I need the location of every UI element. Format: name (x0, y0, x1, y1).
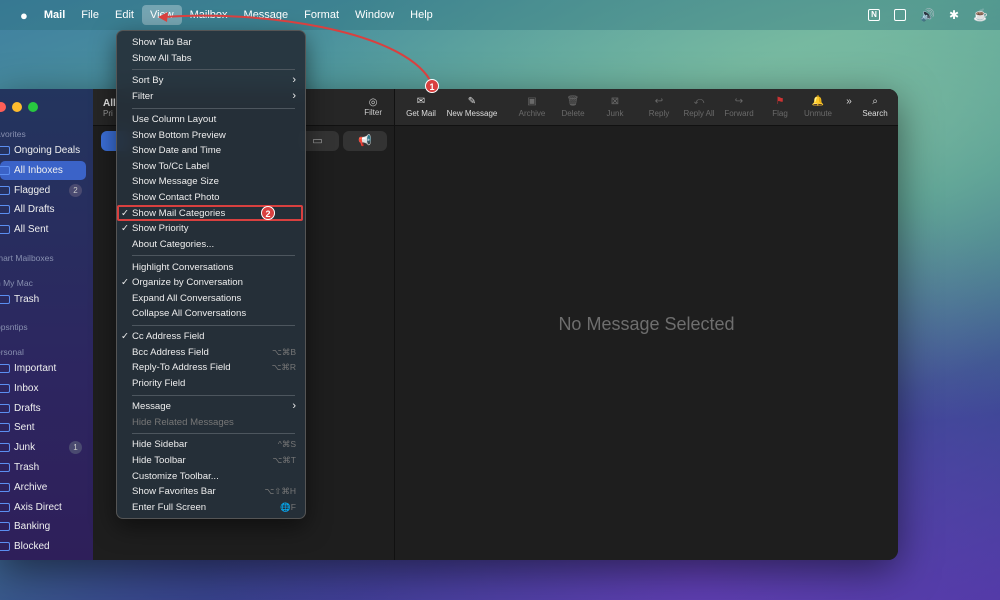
step-badge-2: 2 (261, 206, 275, 220)
arrow-head (158, 12, 168, 22)
arrow-path (165, 16, 430, 80)
step-badge-1: 1 (425, 79, 439, 93)
annotation-arrow (0, 0, 1000, 600)
